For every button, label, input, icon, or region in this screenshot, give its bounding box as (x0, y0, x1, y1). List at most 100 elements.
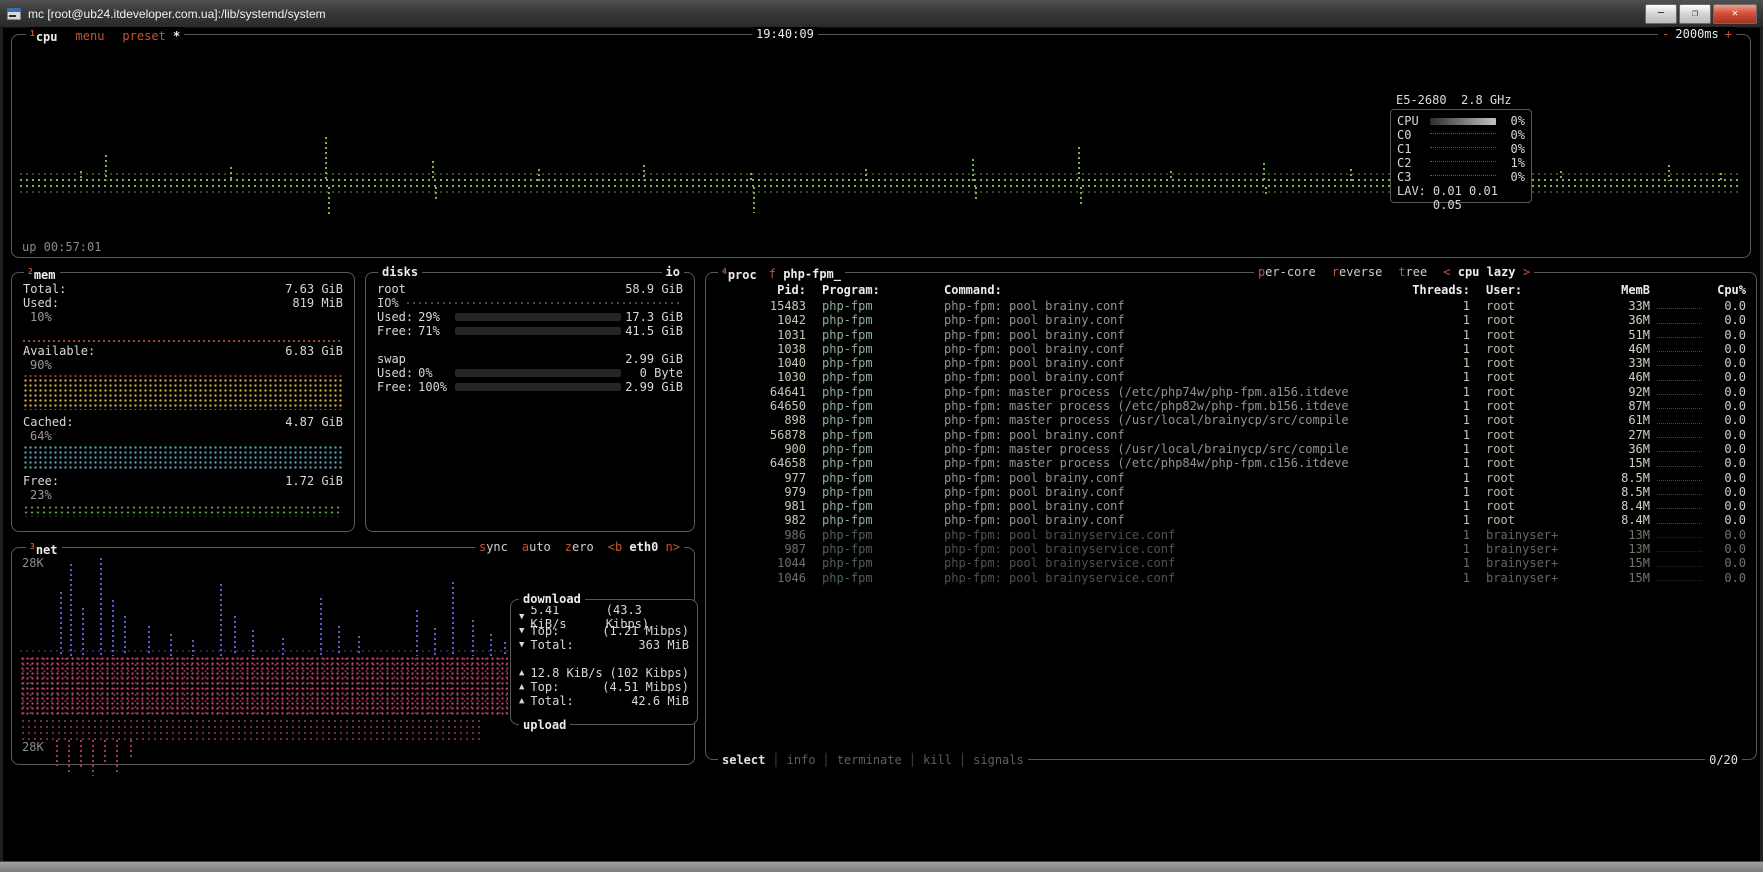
process-row[interactable]: 900 php-fpm php-fpm: master process (/us… (706, 442, 1756, 456)
process-user: root (1470, 428, 1594, 442)
upload-arrow-icon: ▲ (519, 666, 524, 680)
process-row[interactable]: 64658 php-fpm php-fpm: master process (/… (706, 456, 1756, 470)
sort-prev-key[interactable]: < (1443, 265, 1450, 279)
disk-free-value: 2.99 GiB (625, 380, 683, 394)
header-mem[interactable]: MemB (1594, 283, 1650, 297)
process-pid: 1030 (718, 370, 806, 384)
per-core-toggle[interactable]: per-core (1258, 265, 1316, 279)
process-threads: 1 (1400, 370, 1470, 384)
process-row[interactable]: 977 php-fpm php-fpm: pool brainy.conf 1 … (706, 471, 1756, 485)
window-title: mc [root@ub24.itdeveloper.com.ua]:/lib/s… (28, 7, 1639, 21)
sort-next-key[interactable]: > (1523, 265, 1530, 279)
process-command: php-fpm: pool brainyservice.conf (940, 571, 1400, 585)
window-controls: ─ ❐ ✕ (1645, 4, 1757, 24)
cpu-graph-spike (230, 167, 232, 181)
net-download-spike (252, 630, 254, 656)
disk-free-percent: 100% (418, 380, 447, 394)
process-row[interactable]: 56878 php-fpm php-fpm: pool brainy.conf … (706, 428, 1756, 442)
disks-io-toggle[interactable]: io (662, 265, 684, 279)
process-row[interactable]: 1042 php-fpm php-fpm: pool brainy.conf 1… (706, 313, 1756, 327)
disk-free-label: Free: (377, 324, 413, 338)
process-row[interactable]: 1030 php-fpm php-fpm: pool brainy.conf 1… (706, 370, 1756, 384)
cpu-stat-label: C1 (1397, 142, 1425, 156)
process-row[interactable]: 898 php-fpm php-fpm: master process (/us… (706, 413, 1756, 427)
process-row[interactable]: 1040 php-fpm php-fpm: pool brainy.conf 1… (706, 356, 1756, 370)
process-mem: 13M (1594, 542, 1650, 556)
header-user[interactable]: User: (1470, 283, 1594, 297)
header-threads[interactable]: Threads: (1400, 283, 1470, 297)
net-download-spike (282, 638, 284, 656)
process-row[interactable]: 64650 php-fpm php-fpm: master process (/… (706, 399, 1756, 413)
reverse-toggle[interactable]: reverse (1332, 265, 1383, 279)
cpu-panel-title[interactable]: 1cpu (30, 27, 58, 44)
net-interface-switcher[interactable]: <b eth0 n> (608, 540, 680, 554)
filter-input[interactable]: php-fpm_ (783, 267, 841, 281)
cpu-box-number: 1 (30, 29, 35, 38)
process-threads: 1 (1400, 328, 1470, 342)
upload-total-label: Total: (530, 694, 573, 708)
iface-prev-key: <b (608, 540, 622, 554)
process-threads: 1 (1400, 528, 1470, 542)
process-row[interactable]: 1044 php-fpm php-fpm: pool brainyservice… (706, 556, 1756, 570)
mem-used-graph-baseline (23, 340, 343, 342)
process-row[interactable]: 1038 php-fpm php-fpm: pool brainy.conf 1… (706, 342, 1756, 356)
header-pid[interactable]: Pid: (718, 283, 806, 297)
process-row[interactable]: 1031 php-fpm php-fpm: pool brainy.conf 1… (706, 328, 1756, 342)
terminate-button[interactable]: terminate (837, 753, 902, 767)
process-row[interactable]: 15483 php-fpm php-fpm: pool brainy.conf … (706, 299, 1756, 313)
header-program[interactable]: Program: (806, 283, 940, 297)
tree-toggle[interactable]: tree (1398, 265, 1427, 279)
menu-button[interactable]: menu (76, 29, 105, 43)
process-cpu: 0.0 (1706, 385, 1746, 399)
process-filter[interactable]: f php-fpm_ (769, 267, 841, 281)
process-pid: 987 (718, 542, 806, 556)
process-user: root (1470, 313, 1594, 327)
process-row[interactable]: 1046 php-fpm php-fpm: pool brainyservice… (706, 571, 1756, 585)
header-command[interactable]: Command: (940, 283, 1400, 297)
minimize-button[interactable]: ─ (1645, 4, 1677, 24)
header-cpu[interactable]: Cpu% (1706, 283, 1746, 297)
filter-key: f (769, 267, 776, 281)
sort-selector[interactable]: < cpu lazy > (1443, 265, 1530, 279)
process-row[interactable]: 987 php-fpm php-fpm: pool brainyservice.… (706, 542, 1756, 556)
net-download-spike (416, 610, 418, 656)
preset-button[interactable]: preset * (122, 29, 180, 43)
net-sync-toggle[interactable]: sync (479, 540, 508, 554)
process-row[interactable]: 64641 php-fpm php-fpm: master process (/… (706, 385, 1756, 399)
process-row[interactable]: 979 php-fpm php-fpm: pool brainy.conf 1 … (706, 485, 1756, 499)
mem-used-value: 819 MiB (292, 296, 343, 310)
disks-panel-title[interactable]: disks (382, 265, 418, 279)
mem-cached-row: Cached:4.87 GiB (23, 415, 343, 429)
mem-free-label: Free: (23, 474, 59, 488)
disk-free-bar (455, 383, 621, 391)
cpu-graph-spike (1560, 171, 1562, 181)
cpu-stat-label: C2 (1397, 156, 1425, 170)
interval-decrease-button[interactable]: - (1662, 27, 1669, 41)
kill-button[interactable]: kill (923, 753, 952, 767)
titlebar[interactable]: mc [root@ub24.itdeveloper.com.ua]:/lib/s… (0, 0, 1763, 28)
mem-panel-title[interactable]: 2mem (28, 268, 56, 282)
interval-increase-button[interactable]: + (1725, 27, 1732, 41)
process-user: root (1470, 485, 1594, 499)
upload-speed-bits: (102 Kibps) (610, 666, 689, 680)
process-threads: 1 (1400, 413, 1470, 427)
info-button[interactable]: info (787, 753, 816, 767)
cpu-graph-spike (753, 187, 755, 213)
upload-total-row: ▲Total:42.6 MiB (511, 694, 697, 708)
download-top-row: ▼Top:(1.21 Mibps) (511, 624, 697, 638)
net-auto-toggle[interactable]: auto (522, 540, 551, 554)
process-row[interactable]: 981 php-fpm php-fpm: pool brainy.conf 1 … (706, 499, 1756, 513)
process-program: php-fpm (806, 413, 940, 427)
process-user: root (1470, 499, 1594, 513)
close-button[interactable]: ✕ (1713, 4, 1757, 24)
net-zero-toggle[interactable]: zero (565, 540, 594, 554)
process-cpu-graph (1650, 399, 1706, 413)
signals-button[interactable]: signals (973, 753, 1024, 767)
process-row[interactable]: 982 php-fpm php-fpm: pool brainy.conf 1 … (706, 513, 1756, 527)
maximize-button[interactable]: ❐ (1679, 4, 1711, 24)
process-cpu: 0.0 (1706, 399, 1746, 413)
proc-panel-title[interactable]: 4proc (722, 265, 757, 282)
terminal[interactable]: 1cpu menu preset * 19:40:09 - 2000ms + E… (3, 28, 1760, 862)
select-button[interactable]: select (722, 753, 765, 767)
process-row[interactable]: 986 php-fpm php-fpm: pool brainyservice.… (706, 528, 1756, 542)
